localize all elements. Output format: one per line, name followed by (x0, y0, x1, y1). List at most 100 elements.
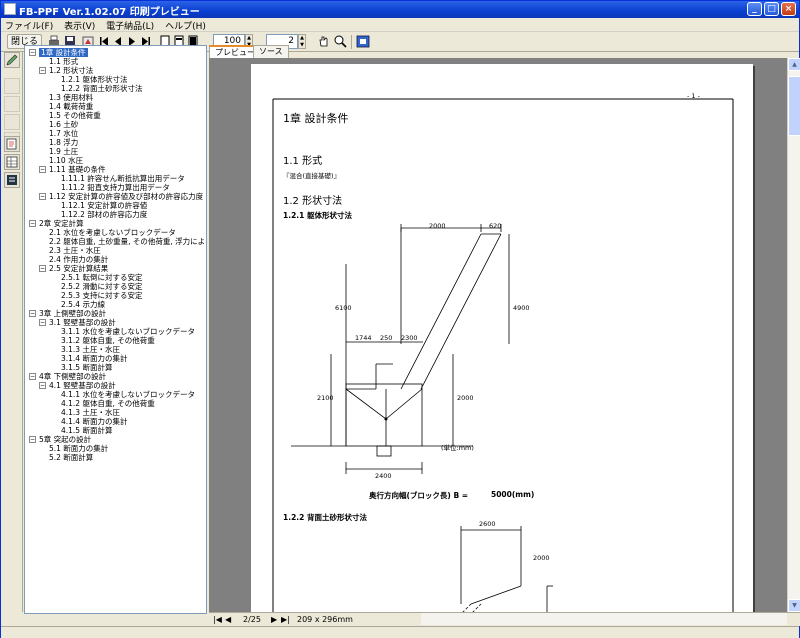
horizontal-scrollbar[interactable] (421, 613, 787, 625)
tree-item[interactable]: 2章 安定計算 (39, 219, 84, 228)
tree-item[interactable]: 1.11.1 許容せん断抵抗算出用データ (61, 174, 185, 183)
window-title: FB-PPF Ver.1.02.07 印刷プレビュー (19, 7, 200, 18)
tree-item[interactable]: 1.2.1 躯体形状寸法 (61, 75, 127, 84)
tree-item[interactable]: 2.5.1 転倒に対する安定 (61, 273, 142, 282)
tree-item[interactable]: 1.4 載荷荷重 (49, 102, 93, 111)
vertical-scrollbar[interactable]: ▲ ▼ (787, 58, 800, 612)
tool-icon-4[interactable] (4, 114, 20, 130)
tree-item[interactable]: 1.5 その他荷重 (49, 111, 101, 120)
tree-item[interactable]: 5.1 断面力の集計 (49, 444, 108, 453)
tree-item[interactable]: 5章 突起の設計 (39, 435, 91, 444)
tree-item[interactable]: 3.1.3 土圧・水圧 (61, 345, 120, 354)
document-page: - 1 - 1章 設計条件 1.1 形式 『混合(直接基礎)』 1.2 形状寸法… (251, 64, 753, 612)
tree-item[interactable]: 1.2 形状寸法 (49, 66, 93, 75)
nav-prev-icon[interactable]: ◀ (225, 615, 231, 624)
nav-first-icon[interactable]: |◀ (213, 615, 222, 624)
dim-height-right: 4900 (513, 304, 530, 312)
view-tabs: プレビュー ソース (209, 45, 800, 58)
close-window-button[interactable]: × (781, 2, 796, 16)
backfill-drawing (460, 526, 553, 612)
tree-expander[interactable]: − (39, 67, 46, 74)
menu-electronic-delivery[interactable]: 電子納品(L) (102, 18, 158, 33)
tree-item[interactable]: 1.11.2 鉛直支持力算出用データ (61, 183, 170, 192)
tree-item[interactable]: 4.1.5 断面計算 (61, 426, 112, 435)
tree-item[interactable]: 4.1 竪壁基部の設計 (49, 381, 116, 390)
tree-expander[interactable]: − (39, 166, 46, 173)
dim-bottom: 2400 (375, 472, 392, 480)
tool-icon-2[interactable] (4, 78, 20, 94)
report-tool-icon[interactable] (4, 172, 20, 188)
tree-expander[interactable]: − (29, 49, 36, 56)
tree-expander[interactable]: − (39, 319, 46, 326)
tree-item[interactable]: 2.5.2 滑動に対する安定 (61, 282, 142, 291)
table-tool-icon[interactable] (4, 154, 20, 170)
tree-item[interactable]: 2.3 土圧・水圧 (49, 246, 101, 255)
tree-item[interactable]: 4.1.3 土圧・水圧 (61, 408, 120, 417)
tree-expander[interactable]: − (39, 265, 46, 272)
dim-mid-right: 2300 (401, 334, 418, 342)
tree-item[interactable]: 2.2 躯体自重, 土砂重量, その他荷重, 浮力による (49, 237, 206, 246)
tree-item[interactable]: 4.1.2 躯体自重, その他荷重 (61, 399, 155, 408)
tree-item[interactable]: 1.10 水圧 (49, 156, 83, 165)
depth-label: 奥行方向幅(ブロック長) B = (369, 491, 469, 500)
form-value: 『混合(直接基礎)』 (283, 172, 341, 180)
tree-item[interactable]: 1.3 使用材料 (49, 93, 93, 102)
tree-item[interactable]: 1.12 安定計算の許容値及び部材の許容応力度 (49, 192, 203, 201)
tree-item[interactable]: 1.6 土砂 (49, 120, 78, 129)
dim-top-right: 620 (489, 222, 502, 230)
tree-item[interactable]: 4.1.1 水位を考慮しないブロックデータ (61, 390, 195, 399)
tree-expander[interactable]: − (29, 310, 36, 317)
depth-value: 5000(mm) (491, 490, 535, 499)
scroll-thumb[interactable] (788, 76, 800, 136)
maximize-button[interactable]: □ (764, 2, 779, 16)
tree-expander[interactable]: − (29, 373, 36, 380)
dim-mid-small: 250 (380, 334, 393, 342)
scroll-up-button[interactable]: ▲ (788, 58, 800, 71)
tool-icon-3[interactable] (4, 96, 20, 112)
table-of-contents-tree[interactable]: −1章 設計条件 1.1 形式 −1.2 形状寸法 1.2.1 躯体形状寸法 1.2.2… (24, 45, 207, 614)
tree-expander[interactable]: − (39, 382, 46, 389)
pencil-icon[interactable] (4, 52, 20, 68)
tree-item[interactable]: 1.1 形式 (49, 57, 78, 66)
scroll-down-button[interactable]: ▼ (788, 599, 800, 612)
tree-item[interactable]: 2.5 安定計算結果 (49, 264, 108, 273)
nav-next-icon[interactable]: ▶ (271, 615, 277, 624)
tree-item[interactable]: 1.8 浮力 (49, 138, 78, 147)
tree-item[interactable]: 1.11 基礎の条件 (49, 165, 106, 174)
tree-item[interactable]: 3章 上側壁部の設計 (39, 309, 106, 318)
tree-item[interactable]: 4章 下側壁部の設計 (39, 372, 106, 381)
menu-file[interactable]: ファイル(F) (1, 18, 57, 33)
tree-item[interactable]: 2.1 水位を考慮しないブロックデータ (49, 228, 176, 237)
tree-expander[interactable]: − (29, 220, 36, 227)
tab-source[interactable]: ソース (253, 45, 289, 58)
app-icon (4, 3, 16, 15)
document-tool-icon[interactable] (4, 136, 20, 152)
dim-unit: (単位:mm) (441, 444, 474, 452)
tree-item[interactable]: 3.1.5 断面計算 (61, 363, 112, 372)
menu-view[interactable]: 表示(V) (60, 18, 99, 33)
tree-item[interactable]: 5.2 断面計算 (49, 453, 93, 462)
tree-expander[interactable]: − (29, 436, 36, 443)
nav-last-icon[interactable]: ▶| (281, 615, 290, 624)
minimize-button[interactable]: _ (747, 2, 762, 16)
tree-item[interactable]: 1.9 土圧 (49, 147, 78, 156)
tree-item[interactable]: 3.1 竪壁基部の設計 (49, 318, 116, 327)
tree-item[interactable]: 2.5.4 示力線 (61, 300, 105, 309)
tree-item[interactable]: 3.1.1 水位を考慮しないブロックデータ (61, 327, 195, 336)
tree-item[interactable]: 4.1.4 断面力の集計 (61, 417, 127, 426)
tree-expander[interactable]: − (39, 193, 46, 200)
tree-item[interactable]: 1.12.1 安定計算の許容値 (61, 201, 147, 210)
preview-area[interactable]: - 1 - 1章 設計条件 1.1 形式 『混合(直接基礎)』 1.2 形状寸法… (209, 58, 787, 612)
tree-item[interactable]: 2.5.3 支持に対する安定 (61, 291, 142, 300)
tree-item[interactable]: 1.12.2 部材の許容応力度 (61, 210, 147, 219)
menu-bar: ファイル(F) 表示(V) 電子納品(L) ヘルプ(H) (1, 18, 799, 32)
tree-item[interactable]: 1.2.2 背面土砂形状寸法 (61, 84, 142, 93)
tree-item[interactable]: 1.7 水位 (49, 129, 78, 138)
menu-help[interactable]: ヘルプ(H) (161, 18, 210, 33)
chapter-heading: 1章 設計条件 (283, 112, 349, 125)
section-heading-shape: 1.2 形状寸法 (283, 196, 343, 207)
tree-item[interactable]: 2.4 作用力の集計 (49, 255, 108, 264)
tree-item[interactable]: 1章 設計条件 (39, 48, 88, 57)
tree-item[interactable]: 3.1.4 断面力の集計 (61, 354, 127, 363)
tree-item[interactable]: 3.1.2 躯体自重, その他荷重 (61, 336, 155, 345)
